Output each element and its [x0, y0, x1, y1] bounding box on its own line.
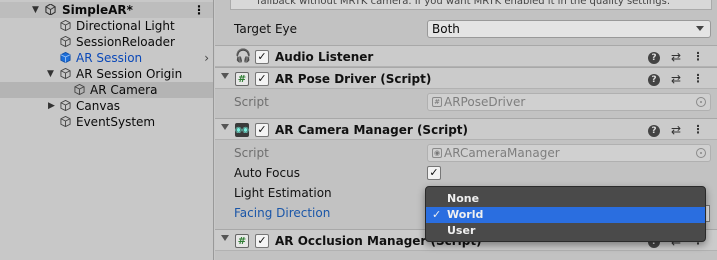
hierarchy-item-ar-camera[interactable]: AR Camera — [0, 82, 213, 98]
component-enabled-checkbox[interactable]: ✓ — [255, 123, 269, 137]
hierarchy-item-label: Canvas — [76, 99, 121, 113]
hierarchy-item-label: AR Session — [76, 51, 143, 65]
component-header-audio-listener[interactable]: 🎧 ✓ Audio Listener ? ⇄ ⋮ — [215, 45, 717, 67]
preset-icon[interactable]: ⇄ — [669, 49, 683, 65]
auto-focus-label: Auto Focus — [234, 166, 300, 180]
headphones-icon: 🎧 — [235, 49, 252, 64]
hierarchy-item-ar-session[interactable]: AR Session › — [0, 50, 213, 66]
help-icon[interactable]: ? — [647, 71, 661, 87]
collapsed-arrow-icon[interactable]: ▶ — [48, 98, 55, 114]
hierarchy-item-label: EventSystem — [76, 115, 156, 129]
option-label: World — [447, 208, 484, 221]
context-menu-icon[interactable]: ⋮ — [691, 122, 705, 138]
foldout-arrow-icon[interactable] — [221, 124, 229, 130]
expand-arrow-icon[interactable]: ▼ — [47, 66, 54, 82]
gameobject-icon — [60, 36, 71, 47]
facing-direction-label: Facing Direction — [234, 206, 331, 220]
component-title: AR Camera Manager (Script) — [275, 123, 469, 137]
hierarchy-item-label: AR Camera — [90, 83, 158, 97]
component-enabled-checkbox[interactable]: ✓ — [255, 72, 269, 86]
foldout-arrow-icon[interactable] — [221, 73, 229, 79]
help-icon[interactable]: ? — [647, 122, 661, 138]
popup-option-user[interactable]: User — [426, 223, 705, 239]
hierarchy-item-canvas[interactable]: ▶ Canvas — [0, 98, 213, 114]
component-header-icons: ? ⇄ ⋮ — [647, 122, 707, 138]
target-eye-dropdown[interactable]: Both — [427, 20, 711, 38]
context-menu-icon[interactable]: ⋮ — [691, 71, 705, 87]
hierarchy-item-event-system[interactable]: EventSystem — [0, 114, 213, 130]
hierarchy-item-label: Directional Light — [76, 19, 175, 33]
component-title: AR Pose Driver (Script) — [275, 72, 432, 86]
script-icon: # — [432, 97, 442, 107]
gameobject-icon — [60, 116, 71, 127]
option-label: None — [447, 192, 480, 205]
component-title: Audio Listener — [275, 50, 374, 64]
foldout-arrow-icon[interactable] — [221, 235, 229, 241]
gameobject-icon — [74, 84, 85, 95]
component-header-icons: ? ⇄ ⋮ — [647, 71, 707, 87]
expand-arrow-icon[interactable]: ▼ — [32, 2, 39, 18]
hierarchy-item-directional-light[interactable]: Directional Light — [0, 18, 213, 34]
component-header-ar-pose-driver[interactable]: # ✓ AR Pose Driver (Script) ? ⇄ ⋮ — [215, 67, 717, 89]
hierarchy-item-label: AR Session Origin — [76, 67, 183, 81]
help-icon[interactable]: ? — [647, 49, 661, 65]
checkmark-icon: ✓ — [432, 208, 442, 221]
script-value: ARCameraManager — [444, 146, 560, 160]
dropdown-caret-icon — [696, 26, 704, 31]
gameobject-icon — [60, 20, 71, 31]
script-label: Script — [234, 146, 269, 160]
preset-icon[interactable]: ⇄ — [669, 71, 683, 87]
unity-scene-icon — [45, 4, 56, 15]
object-picker-icon[interactable] — [696, 148, 706, 158]
popup-option-world[interactable]: ✓ World — [426, 207, 705, 223]
hierarchy-item-session-reloader[interactable]: SessionReloader — [0, 34, 213, 50]
script-icon: # — [235, 72, 249, 86]
hierarchy-panel: ▼ SimpleAR* ⋮ Directional Light SessionR… — [0, 0, 214, 260]
context-menu-icon[interactable]: ⋮ — [691, 49, 705, 65]
script-field[interactable]: # ARPoseDriver — [427, 93, 711, 111]
chevron-right-icon[interactable]: › — [204, 50, 209, 66]
scene-menu-icon[interactable]: ⋮ — [193, 2, 205, 18]
camera-manager-icon: ◉ — [432, 148, 442, 158]
help-box: fallback without MRTK camera. If you wan… — [230, 0, 712, 10]
component-enabled-checkbox[interactable]: ✓ — [255, 50, 269, 64]
target-eye-value: Both — [432, 22, 460, 36]
option-label: User — [447, 224, 476, 237]
preset-icon[interactable]: ⇄ — [669, 122, 683, 138]
component-header-ar-camera-manager[interactable]: ◉◉ ✓ AR Camera Manager (Script) ? ⇄ ⋮ — [215, 118, 717, 140]
component-header-icons: ? ⇄ ⋮ — [647, 49, 707, 65]
light-estimation-label: Light Estimation — [234, 186, 332, 200]
script-value: ARPoseDriver — [444, 95, 526, 109]
gameobject-icon — [60, 68, 71, 79]
popup-option-none[interactable]: None — [426, 191, 705, 207]
auto-focus-checkbox[interactable]: ✓ — [427, 166, 441, 180]
facing-direction-popup: None ✓ World User — [425, 186, 706, 242]
script-field[interactable]: ◉ ARCameraManager — [427, 144, 711, 162]
script-label: Script — [234, 95, 269, 109]
scene-name: SimpleAR* — [62, 3, 133, 17]
object-picker-icon[interactable] — [696, 97, 706, 107]
gameobject-icon — [60, 100, 71, 111]
prefab-icon — [60, 52, 71, 63]
target-eye-label: Target Eye — [234, 22, 298, 36]
hierarchy-item-ar-session-origin[interactable]: ▼ AR Session Origin — [0, 66, 213, 82]
script-icon: # — [235, 234, 249, 248]
camera-manager-icon: ◉◉ — [235, 123, 249, 137]
scene-row[interactable]: ▼ SimpleAR* ⋮ — [0, 2, 213, 18]
hierarchy-item-label: SessionReloader — [76, 35, 175, 49]
component-enabled-checkbox[interactable]: ✓ — [255, 234, 269, 248]
